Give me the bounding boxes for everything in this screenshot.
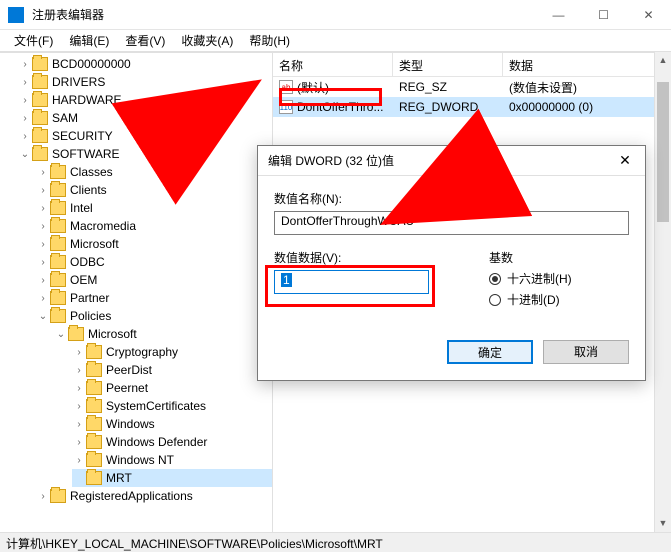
menu-view[interactable]: 查看(V) xyxy=(119,30,171,51)
data-label: 数值数据(V): xyxy=(274,249,469,266)
data-field[interactable]: 1 xyxy=(274,270,429,294)
tree-item[interactable]: ›Clients xyxy=(36,181,272,199)
tree-pane[interactable]: ›BCD00000000 ›DRIVERS ›HARDWARE ›SAM ›SE… xyxy=(0,53,273,532)
scroll-down-icon[interactable]: ▼ xyxy=(655,515,671,532)
maximize-button[interactable]: ☐ xyxy=(581,8,626,22)
app-icon xyxy=(8,7,24,23)
titlebar: 注册表编辑器 — ☐ ✕ xyxy=(0,0,671,30)
tree-item[interactable]: ›PeerDist xyxy=(72,361,272,379)
radio-dec[interactable]: 十进制(D) xyxy=(489,291,629,308)
radio-icon xyxy=(489,273,501,285)
tree-item[interactable]: ›Windows xyxy=(72,415,272,433)
tree-item[interactable]: ›SAM xyxy=(18,109,272,127)
tree-item[interactable]: ›ODBC xyxy=(36,253,272,271)
tree-item[interactable]: ›Cryptography xyxy=(72,343,272,361)
tree-item[interactable]: ›RegisteredApplications xyxy=(36,487,272,505)
tree-item[interactable]: ⌄Microsoft xyxy=(54,325,272,343)
radio-hex[interactable]: 十六进制(H) xyxy=(489,270,629,287)
col-name[interactable]: 名称 xyxy=(273,53,393,76)
tree-item[interactable]: ⌄Policies xyxy=(36,307,272,325)
tree-item[interactable]: ›BCD00000000 xyxy=(18,55,272,73)
menu-edit[interactable]: 编辑(E) xyxy=(63,30,115,51)
menu-file[interactable]: 文件(F) xyxy=(8,30,59,51)
menu-favorites[interactable]: 收藏夹(A) xyxy=(175,30,239,51)
tree-item[interactable]: ›Intel xyxy=(36,199,272,217)
tree-item[interactable]: ›DRIVERS xyxy=(18,73,272,91)
name-field[interactable]: DontOfferThroughWUAU xyxy=(274,211,629,235)
scroll-up-icon[interactable]: ▲ xyxy=(655,52,671,69)
list-row-selected[interactable]: 110DontOfferThro... REG_DWORD 0x00000000… xyxy=(273,97,671,117)
col-type[interactable]: 类型 xyxy=(393,53,503,76)
tree-item[interactable]: ›HARDWARE xyxy=(18,91,272,109)
name-label: 数值名称(N): xyxy=(274,190,629,207)
dialog-titlebar: 编辑 DWORD (32 位)值 ✕ xyxy=(258,146,645,176)
tree-item[interactable]: ›OEM xyxy=(36,271,272,289)
tree-item[interactable]: ›SECURITY xyxy=(18,127,272,145)
ok-button[interactable]: 确定 xyxy=(447,340,533,364)
window-title: 注册表编辑器 xyxy=(32,6,536,23)
dialog-title: 编辑 DWORD (32 位)值 xyxy=(268,152,605,169)
string-icon: ab xyxy=(279,80,293,94)
tree-item[interactable]: ›Partner xyxy=(36,289,272,307)
dialog-close-button[interactable]: ✕ xyxy=(605,152,645,169)
vertical-scrollbar[interactable]: ▲ ▼ xyxy=(654,52,671,532)
tree-item[interactable]: ›SystemCertificates xyxy=(72,397,272,415)
tree-item-selected[interactable]: MRT xyxy=(72,469,272,487)
base-label: 基数 xyxy=(489,249,629,266)
edit-dword-dialog: 编辑 DWORD (32 位)值 ✕ 数值名称(N): DontOfferThr… xyxy=(257,145,646,381)
menubar: 文件(F) 编辑(E) 查看(V) 收藏夹(A) 帮助(H) xyxy=(0,30,671,52)
tree-item[interactable]: ›Windows NT xyxy=(72,451,272,469)
statusbar: 计算机\HKEY_LOCAL_MACHINE\SOFTWARE\Policies… xyxy=(0,532,671,552)
scroll-thumb[interactable] xyxy=(657,82,669,222)
close-button[interactable]: ✕ xyxy=(626,8,671,22)
tree-item[interactable]: ›Macromedia xyxy=(36,217,272,235)
radio-icon xyxy=(489,294,501,306)
tree-item[interactable]: ›Windows Defender xyxy=(72,433,272,451)
tree-item[interactable]: ›Microsoft xyxy=(36,235,272,253)
list-header: 名称 类型 数据 xyxy=(273,53,671,77)
dword-icon: 110 xyxy=(279,100,293,114)
minimize-button[interactable]: — xyxy=(536,8,581,22)
tree-item[interactable]: ›Peernet xyxy=(72,379,272,397)
cancel-button[interactable]: 取消 xyxy=(543,340,629,364)
tree-item[interactable]: ⌄SOFTWARE xyxy=(18,145,272,163)
col-data[interactable]: 数据 xyxy=(503,53,671,76)
list-row[interactable]: ab(默认) REG_SZ (数值未设置) xyxy=(273,77,671,97)
tree-item[interactable]: ›Classes xyxy=(36,163,272,181)
list-body[interactable]: ab(默认) REG_SZ (数值未设置) 110DontOfferThro..… xyxy=(273,77,671,117)
menu-help[interactable]: 帮助(H) xyxy=(243,30,296,51)
